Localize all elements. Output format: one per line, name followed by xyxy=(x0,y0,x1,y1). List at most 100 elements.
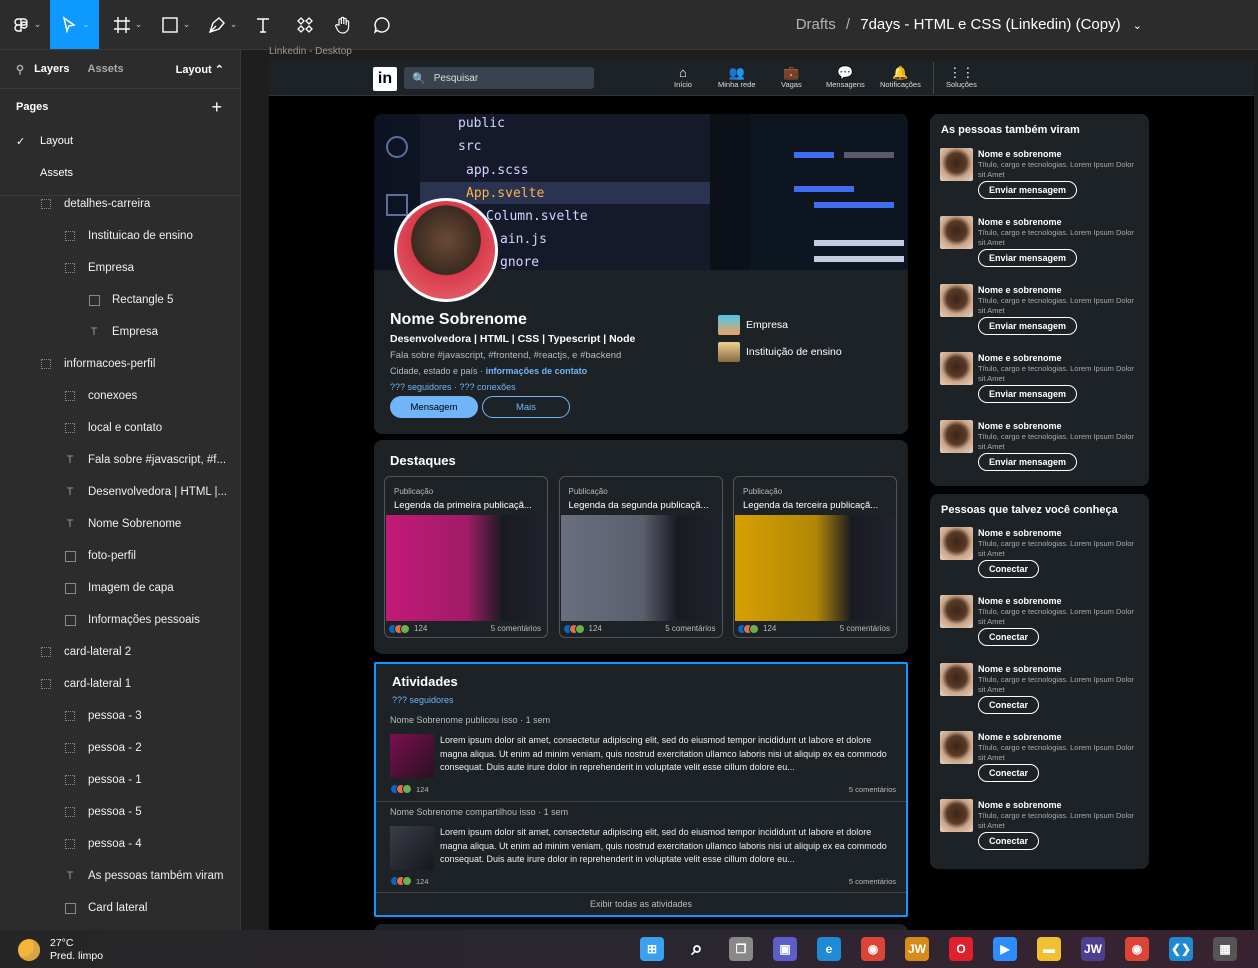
nav-item-mensagens[interactable]: 💬 Mensagens xyxy=(826,65,865,89)
avatar[interactable] xyxy=(940,420,973,453)
person-name[interactable]: Nome e sobrenome xyxy=(978,149,1062,159)
send-message-button[interactable]: Enviar mensagem xyxy=(978,317,1078,335)
pen-tool-button[interactable]: ⌄ xyxy=(203,0,241,49)
layer-row[interactable]: pessoa - 1 xyxy=(0,764,240,796)
figma-menu-button[interactable]: ⌄ xyxy=(8,0,44,49)
layer-row[interactable]: Informações pessoais xyxy=(0,604,240,636)
layer-row[interactable]: T Fala sobre #javascript, #f... xyxy=(0,444,240,476)
connect-button[interactable]: Conectar xyxy=(978,832,1040,850)
file-explorer-icon[interactable]: ▬ xyxy=(1037,937,1061,961)
comments-count[interactable]: 5 comentários xyxy=(849,877,896,886)
linkedin-desktop-frame[interactable]: in 🔍 Pesquisar ⌂ Início 👥 Minha rede 💼 Vagas 💬… xyxy=(269,60,1254,930)
layer-row[interactable]: T As pessoas também viram xyxy=(0,860,240,892)
profile-photo[interactable] xyxy=(394,198,498,302)
person-name[interactable]: Nome e sobrenome xyxy=(978,732,1062,742)
edge-icon[interactable]: e xyxy=(817,937,841,961)
document-title[interactable]: Drafts / 7days - HTML e CSS (Linkedin) (… xyxy=(796,16,1142,33)
calculator-icon[interactable]: ▦ xyxy=(1213,937,1237,961)
nav-item-soluções[interactable]: ⋮⋮ Soluções xyxy=(946,65,977,89)
layer-row[interactable]: T Empresa xyxy=(0,316,240,348)
send-message-button[interactable]: Enviar mensagem xyxy=(978,181,1078,199)
task-view-icon[interactable]: ❐ xyxy=(729,937,753,961)
send-message-button[interactable]: Enviar mensagem xyxy=(978,385,1078,403)
layer-row[interactable]: card-lateral 2 xyxy=(0,636,240,668)
layer-row[interactable]: pessoa - 4 xyxy=(0,828,240,860)
highlight-post[interactable]: Publicação Legenda da terceira publicaçã.… xyxy=(733,476,897,638)
avatar[interactable] xyxy=(940,216,973,249)
person-name[interactable]: Nome e sobrenome xyxy=(978,528,1062,538)
layer-row[interactable]: Card lateral xyxy=(0,892,240,924)
linkedin-logo[interactable]: in xyxy=(373,67,397,91)
layer-row[interactable]: pessoa - 3 xyxy=(0,700,240,732)
opera-icon[interactable]: O xyxy=(949,937,973,961)
components-tool-button[interactable] xyxy=(292,0,318,49)
more-button[interactable]: Mais xyxy=(482,396,570,418)
avatar[interactable] xyxy=(940,595,973,628)
activities-followers-link[interactable]: ??? seguidores xyxy=(392,695,454,705)
layer-row[interactable]: Instituicao de ensino xyxy=(0,220,240,252)
layout-dropdown[interactable]: Layout ⌃ xyxy=(176,63,224,76)
layer-row[interactable]: pessoa - 5 xyxy=(0,796,240,828)
teams-icon[interactable]: ▣ xyxy=(773,937,797,961)
layer-row[interactable]: T Nome Sobrenome xyxy=(0,508,240,540)
send-message-button[interactable]: Enviar mensagem xyxy=(978,453,1078,471)
document-name[interactable]: 7days - HTML e CSS (Linkedin) (Copy) xyxy=(860,16,1120,33)
layer-row[interactable]: informacoes-perfil xyxy=(0,348,240,380)
person-name[interactable]: Nome e sobrenome xyxy=(978,285,1062,295)
layer-row[interactable]: card-lateral 1 xyxy=(0,668,240,700)
show-all-activities-button[interactable]: Exibir todas as atividades xyxy=(376,899,906,909)
layer-row[interactable]: local e contato xyxy=(0,412,240,444)
search-input[interactable]: 🔍 Pesquisar xyxy=(404,67,594,89)
search-icon[interactable]: ⌕ xyxy=(685,937,709,961)
person-name[interactable]: Nome e sobrenome xyxy=(978,664,1062,674)
vscode-icon[interactable]: ❮❯ xyxy=(1169,937,1193,961)
nav-item-minha-rede[interactable]: 👥 Minha rede xyxy=(718,65,756,89)
layer-row[interactable]: foto-perfil xyxy=(0,540,240,572)
connect-button[interactable]: Conectar xyxy=(978,628,1040,646)
chrome-icon[interactable]: ◉ xyxy=(861,937,885,961)
frame-label[interactable]: Linkedin - Desktop xyxy=(269,46,352,57)
chevron-down-icon[interactable]: ⌄ xyxy=(1133,20,1142,32)
layer-row[interactable]: detalhes-carreira xyxy=(0,188,240,220)
avatar[interactable] xyxy=(940,799,973,832)
company-item[interactable]: Empresa xyxy=(718,311,842,338)
reactions[interactable]: 124 xyxy=(388,623,427,634)
school-item[interactable]: Instituição de ensino xyxy=(718,338,842,365)
nav-item-início[interactable]: ⌂ Início xyxy=(674,65,692,89)
connect-button[interactable]: Conectar xyxy=(978,560,1040,578)
windows-start-icon[interactable]: ⊞ xyxy=(640,937,664,961)
person-name[interactable]: Nome e sobrenome xyxy=(978,800,1062,810)
reactions[interactable]: 124 xyxy=(562,623,602,634)
search-icon[interactable]: ⚲ xyxy=(16,63,24,76)
page-item-layout[interactable]: ✓ Layout xyxy=(0,125,240,157)
reactions[interactable]: 124 xyxy=(390,876,429,886)
person-name[interactable]: Nome e sobrenome xyxy=(978,421,1062,431)
reactions[interactable]: 124 xyxy=(737,623,776,634)
avatar[interactable] xyxy=(940,731,973,764)
text-tool-button[interactable] xyxy=(250,0,276,49)
hand-tool-button[interactable] xyxy=(330,0,356,49)
add-page-button[interactable]: + xyxy=(211,97,222,118)
avatar[interactable] xyxy=(940,663,973,696)
layer-row[interactable]: Rectangle 5 xyxy=(0,284,240,316)
avatar[interactable] xyxy=(940,352,973,385)
highlight-post[interactable]: Publicação Legenda da primeira publicaçã.… xyxy=(384,476,548,638)
reactions[interactable]: 124 xyxy=(390,784,429,794)
send-message-button[interactable]: Enviar mensagem xyxy=(978,249,1078,267)
layer-row[interactable]: Imagem de capa xyxy=(0,572,240,604)
shape-tool-button[interactable]: ⌄ xyxy=(156,0,194,49)
move-tool-button[interactable]: ⌄ xyxy=(50,0,99,49)
layer-row[interactable]: Empresa xyxy=(0,252,240,284)
avatar[interactable] xyxy=(940,527,973,560)
page-item-assets[interactable]: Assets xyxy=(0,157,240,189)
activity-post[interactable]: Nome Sobrenome compartilhou isso · 1 sem… xyxy=(390,807,896,886)
comments-count[interactable]: 5 comentários xyxy=(665,624,715,633)
person-name[interactable]: Nome e sobrenome xyxy=(978,353,1062,363)
tab-layers[interactable]: Layers xyxy=(34,63,69,75)
highlight-post[interactable]: Publicação Legenda da segunda publicaçã..… xyxy=(558,476,723,638)
message-button[interactable]: Mensagem xyxy=(390,396,478,418)
layer-row[interactable]: conexoes xyxy=(0,380,240,412)
zoom-icon[interactable]: ▶ xyxy=(993,937,1017,961)
connect-button[interactable]: Conectar xyxy=(978,696,1040,714)
avatar[interactable] xyxy=(940,148,973,181)
